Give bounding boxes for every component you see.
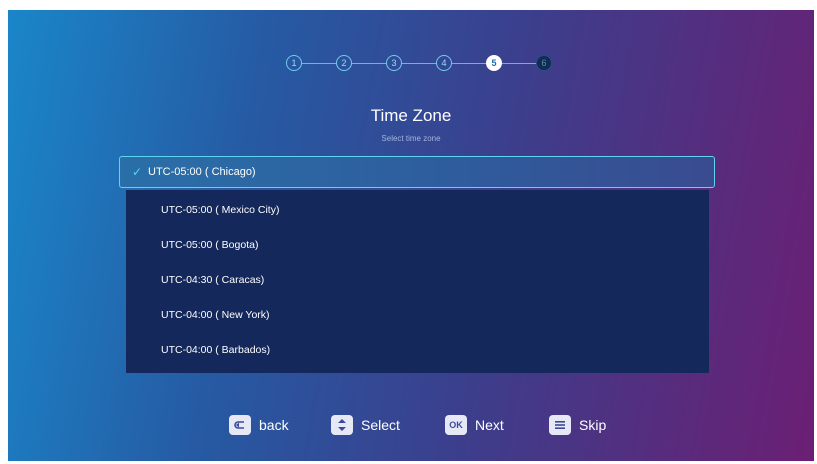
page-title: Time Zone xyxy=(370,106,452,125)
step-1: 1 xyxy=(286,55,302,71)
step-6: 6 xyxy=(536,55,552,71)
timezone-item[interactable]: UTC-05:00 ( Mexico City) xyxy=(161,204,279,216)
ok-key-icon: OK xyxy=(445,415,467,435)
next-label: Next xyxy=(475,417,504,433)
timezone-selected-label: UTC-05:00 ( Chicago) xyxy=(148,166,256,178)
timezone-item[interactable]: UTC-04:30 ( Caracas) xyxy=(161,274,264,286)
step-connector xyxy=(352,63,386,64)
menu-icon xyxy=(549,415,571,435)
screen: 1 2 3 4 5 6 Time Zone Select time zone ✓… xyxy=(0,0,817,464)
step-connector xyxy=(452,63,486,64)
timezone-selected-item[interactable]: ✓ UTC-05:00 ( Chicago) xyxy=(119,156,715,188)
skip-label: Skip xyxy=(579,417,607,433)
back-button[interactable]: back xyxy=(229,414,289,436)
back-label: back xyxy=(259,417,289,433)
up-down-icon xyxy=(331,415,353,435)
step-5-current: 5 xyxy=(486,55,502,71)
step-connector xyxy=(302,63,336,64)
footer-controls: back Select OK Next Skip xyxy=(8,414,814,438)
timezone-item[interactable]: UTC-04:00 ( New York) xyxy=(161,309,270,321)
page-subtitle: Select time zone xyxy=(381,134,441,143)
select-label: Select xyxy=(361,417,400,433)
timezone-item[interactable]: UTC-05:00 ( Bogota) xyxy=(161,239,258,251)
setup-panel: 1 2 3 4 5 6 Time Zone Select time zone ✓… xyxy=(8,10,814,461)
setup-stepper: 1 2 3 4 5 6 xyxy=(286,55,566,73)
step-3: 3 xyxy=(386,55,402,71)
step-connector xyxy=(502,63,536,64)
step-connector xyxy=(402,63,436,64)
back-icon xyxy=(229,415,251,435)
timezone-item[interactable]: UTC-04:00 ( Barbados) xyxy=(161,344,270,356)
next-button[interactable]: OK Next xyxy=(445,414,504,436)
skip-button[interactable]: Skip xyxy=(549,414,606,436)
select-button[interactable]: Select xyxy=(331,414,400,436)
checkmark-icon: ✓ xyxy=(132,165,143,179)
step-4: 4 xyxy=(436,55,452,71)
step-2: 2 xyxy=(336,55,352,71)
